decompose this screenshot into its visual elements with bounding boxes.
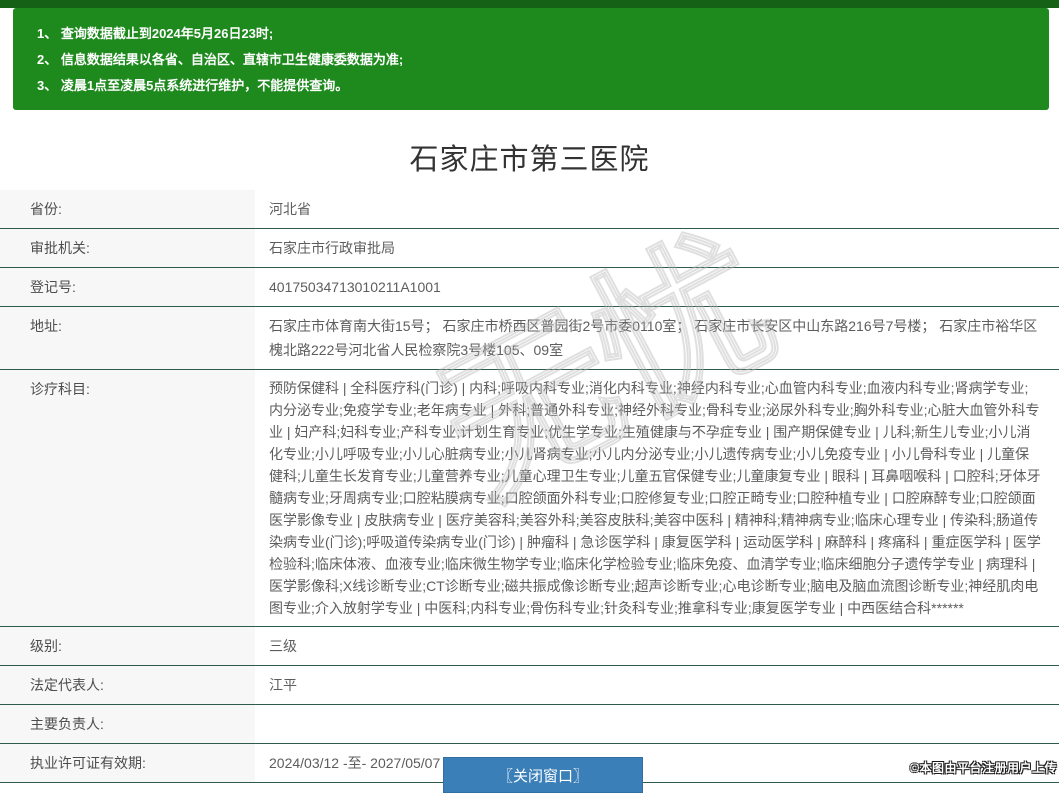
row-level-value: 三级: [255, 627, 1059, 665]
row-registration-number: 登记号: 40175034713010211A1001: [0, 268, 1059, 307]
row-province-label: 省份:: [0, 190, 255, 228]
top-border-strip: [0, 0, 1059, 8]
notice-item-3: 3、 凌晨1点至凌晨5点系统进行维护，不能提供查询。: [37, 73, 1039, 99]
info-table: 省份: 河北省 审批机关: 石家庄市行政审批局 登记号: 40175034713…: [0, 190, 1059, 783]
row-address: 地址: 石家庄市体育南大街15号； 石家庄市桥西区普园街2号市委0110室； 石…: [0, 307, 1059, 370]
row-registration-number-value: 40175034713010211A1001: [255, 268, 1059, 306]
row-approval-authority-value: 石家庄市行政审批局: [255, 229, 1059, 267]
row-province: 省份: 河北省: [0, 190, 1059, 229]
row-province-value: 河北省: [255, 190, 1059, 228]
row-license-validity-label: 执业许可证有效期:: [0, 744, 255, 782]
row-person-in-charge-value: [255, 705, 1059, 743]
row-address-label: 地址:: [0, 307, 255, 369]
notice-item-2: 2、 信息数据结果以各省、自治区、直辖市卫生健康委数据为准;: [37, 47, 1039, 73]
row-legal-representative: 法定代表人: 江平: [0, 666, 1059, 705]
notice-banner: 1、 查询数据截止到2024年5月26日23时; 2、 信息数据结果以各省、自治…: [13, 8, 1049, 110]
row-approval-authority: 审批机关: 石家庄市行政审批局: [0, 229, 1059, 268]
row-approval-authority-label: 审批机关:: [0, 229, 255, 267]
hospital-info-page: 1、 查询数据截止到2024年5月26日23时; 2、 信息数据结果以各省、自治…: [0, 0, 1059, 783]
row-medical-departments: 诊疗科目: 预防保健科 | 全科医疗科(门诊) | 内科;呼吸内科专业;消化内科…: [0, 370, 1059, 627]
row-medical-departments-label: 诊疗科目:: [0, 370, 255, 626]
row-legal-representative-value: 江平: [255, 666, 1059, 704]
row-address-value: 石家庄市体育南大街15号； 石家庄市桥西区普园街2号市委0110室； 石家庄市长…: [255, 307, 1059, 369]
row-registration-number-label: 登记号:: [0, 268, 255, 306]
notice-item-1: 1、 查询数据截止到2024年5月26日23时;: [37, 21, 1039, 47]
row-person-in-charge-label: 主要负责人:: [0, 705, 255, 743]
page-title: 石家庄市第三医院: [0, 136, 1059, 178]
row-person-in-charge: 主要负责人:: [0, 705, 1059, 744]
row-legal-representative-label: 法定代表人:: [0, 666, 255, 704]
upload-attribution-watermark: ©本图由平台注册用户上传: [910, 759, 1057, 776]
row-medical-departments-value: 预防保健科 | 全科医疗科(门诊) | 内科;呼吸内科专业;消化内科专业;神经内…: [255, 370, 1059, 626]
row-level: 级别: 三级: [0, 627, 1059, 666]
row-level-label: 级别:: [0, 627, 255, 665]
close-window-button[interactable]: 〖关闭窗口〗: [443, 757, 643, 793]
